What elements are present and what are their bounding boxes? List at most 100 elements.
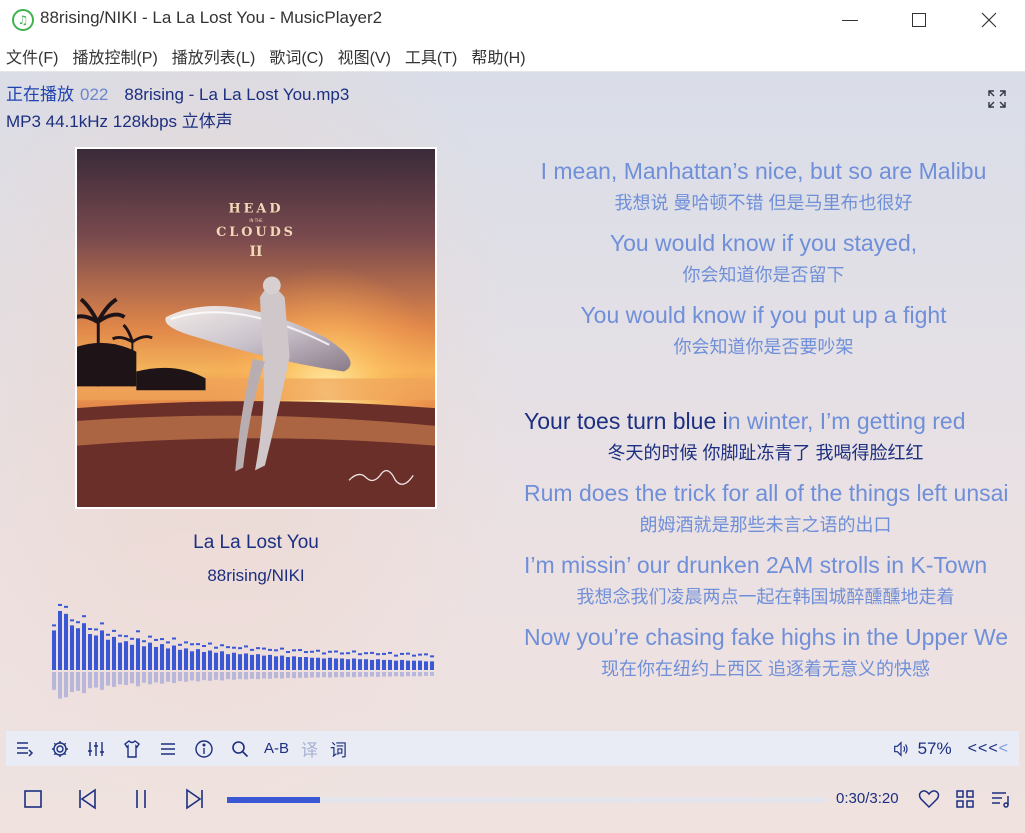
previous-button[interactable] bbox=[72, 784, 102, 814]
spectrum-bar bbox=[334, 658, 338, 670]
spectrum-reflection bbox=[424, 672, 428, 676]
spectrum-reflection bbox=[250, 672, 254, 679]
spectrum-bar bbox=[412, 660, 416, 670]
lyrics-button[interactable]: 词 bbox=[324, 736, 353, 761]
spectrum-reflection bbox=[118, 672, 122, 685]
fullscreen-button[interactable] bbox=[987, 89, 1007, 109]
spectrum-bar bbox=[370, 659, 374, 670]
spectrum-peak bbox=[256, 647, 260, 650]
spectrum-bar bbox=[184, 648, 188, 670]
spectrum-reflection bbox=[400, 672, 404, 677]
equalizer-button[interactable] bbox=[78, 731, 114, 766]
volume-level[interactable]: 57% bbox=[918, 739, 952, 759]
spectrum-bar bbox=[418, 660, 422, 670]
lyrics-panel[interactable]: I mean, Manhattan’s nice, but so are Mal… bbox=[520, 152, 1007, 712]
menu-help[interactable]: 帮助(H) bbox=[471, 44, 525, 68]
playlist-toggle-button[interactable] bbox=[6, 731, 42, 766]
spectrum-peak bbox=[394, 654, 398, 657]
spectrum-reflection bbox=[370, 672, 374, 677]
spectrum-bar bbox=[124, 641, 128, 670]
arrows-dark: <<< bbox=[967, 739, 999, 757]
spectrum-peak bbox=[58, 603, 62, 606]
spectrum-peak bbox=[142, 640, 146, 643]
spectrum-reflection bbox=[208, 672, 212, 681]
spectrum-bar bbox=[256, 654, 260, 670]
next-button[interactable] bbox=[180, 784, 210, 814]
minimize-icon bbox=[842, 19, 858, 21]
spectrum-bar bbox=[64, 613, 68, 670]
spectrum-bar bbox=[112, 636, 116, 670]
menu-playlist[interactable]: 播放列表(L) bbox=[172, 44, 256, 68]
maximize-button[interactable] bbox=[896, 0, 942, 40]
menu-tools[interactable]: 工具(T) bbox=[405, 44, 457, 68]
spectrum-reflection bbox=[334, 672, 338, 678]
minimize-button[interactable] bbox=[827, 0, 873, 40]
spectrum-bar bbox=[298, 657, 302, 670]
spectrum-bar bbox=[202, 652, 206, 670]
spectrum-peak bbox=[406, 652, 410, 655]
spectrum-peak bbox=[136, 630, 140, 633]
spectrum-bar bbox=[304, 657, 308, 670]
ab-repeat-button[interactable]: A-B bbox=[258, 740, 295, 757]
spectrum-bar bbox=[118, 642, 122, 670]
spectrum-bar bbox=[106, 639, 110, 670]
spectrum-peak bbox=[166, 641, 170, 644]
spectrum-peak bbox=[328, 650, 332, 653]
menu-view[interactable]: 视图(V) bbox=[338, 44, 391, 68]
spectrum-reflection bbox=[304, 672, 308, 678]
spectrum-peak bbox=[424, 653, 428, 656]
translate-button[interactable]: 译 bbox=[295, 736, 324, 761]
menu-playback-control[interactable]: 播放控制(P) bbox=[72, 44, 157, 68]
volume-area: 57% <<<< bbox=[892, 731, 1009, 766]
mini-mode-button[interactable] bbox=[950, 784, 980, 814]
spectrum-reflection bbox=[160, 672, 164, 684]
spectrum-peak bbox=[418, 653, 422, 656]
collapse-arrows-button[interactable]: <<<< bbox=[968, 740, 1009, 758]
close-button[interactable] bbox=[966, 0, 1012, 40]
spectrum-bar bbox=[70, 625, 74, 670]
spectrum-peak bbox=[388, 651, 392, 654]
spectrum-reflection bbox=[364, 672, 368, 677]
spectrum-peak bbox=[88, 628, 92, 630]
pause-button[interactable] bbox=[126, 784, 156, 814]
spectrum-peak bbox=[208, 642, 212, 645]
spectrum-bar bbox=[406, 660, 410, 670]
spectrum-bar bbox=[154, 646, 158, 670]
menu-button[interactable] bbox=[150, 731, 186, 766]
album-cover[interactable]: HEAD IN THE CLOUDS II bbox=[75, 147, 437, 509]
search-button[interactable] bbox=[222, 731, 258, 766]
spectrum-bar bbox=[226, 654, 230, 670]
spectrum-peak bbox=[340, 652, 344, 655]
info-button[interactable] bbox=[186, 731, 222, 766]
lyric-original: You would know if you put up a fight bbox=[580, 302, 947, 328]
spectrum-peak bbox=[64, 605, 68, 608]
spectrum-bar bbox=[322, 658, 326, 670]
skin-button[interactable] bbox=[114, 731, 150, 766]
spectrum-peak bbox=[220, 644, 224, 647]
spectrum-reflection bbox=[346, 672, 350, 677]
fullscreen-icon bbox=[988, 90, 1006, 108]
stop-button[interactable] bbox=[18, 784, 48, 814]
menu-lines-icon bbox=[161, 742, 175, 755]
spectrum-reflection bbox=[280, 672, 284, 679]
settings-button[interactable] bbox=[42, 731, 78, 766]
spectrum-bar bbox=[268, 654, 272, 670]
volume-icon[interactable] bbox=[892, 740, 910, 758]
favorite-button[interactable] bbox=[914, 784, 944, 814]
current-lyric-line: Your toes turn blue in winter, I’m getti… bbox=[520, 408, 1007, 465]
lyric-translation: 冬天的时候 你脚趾冻青了 我喝得脸红红 bbox=[607, 443, 924, 463]
lyric-line: You would know if you stayed, 你会知道你是否留下 bbox=[520, 230, 1007, 287]
menu-file[interactable]: 文件(F) bbox=[6, 44, 58, 68]
spectrum-reflection bbox=[382, 672, 386, 677]
spectrum-reflection bbox=[298, 672, 302, 678]
spectrum-reflection bbox=[292, 672, 296, 679]
spectrum-reflection bbox=[238, 672, 242, 680]
lyric-translation: 你会知道你是否留下 bbox=[682, 265, 845, 285]
spectrum-peak bbox=[100, 622, 104, 625]
progress-bar[interactable] bbox=[227, 797, 827, 803]
spectrum-peak bbox=[118, 634, 122, 637]
playlist-button[interactable] bbox=[986, 784, 1016, 814]
menu-lyrics[interactable]: 歌词(C) bbox=[269, 44, 323, 68]
spectrum-bar bbox=[88, 634, 92, 670]
spectrum-bar bbox=[142, 646, 146, 670]
